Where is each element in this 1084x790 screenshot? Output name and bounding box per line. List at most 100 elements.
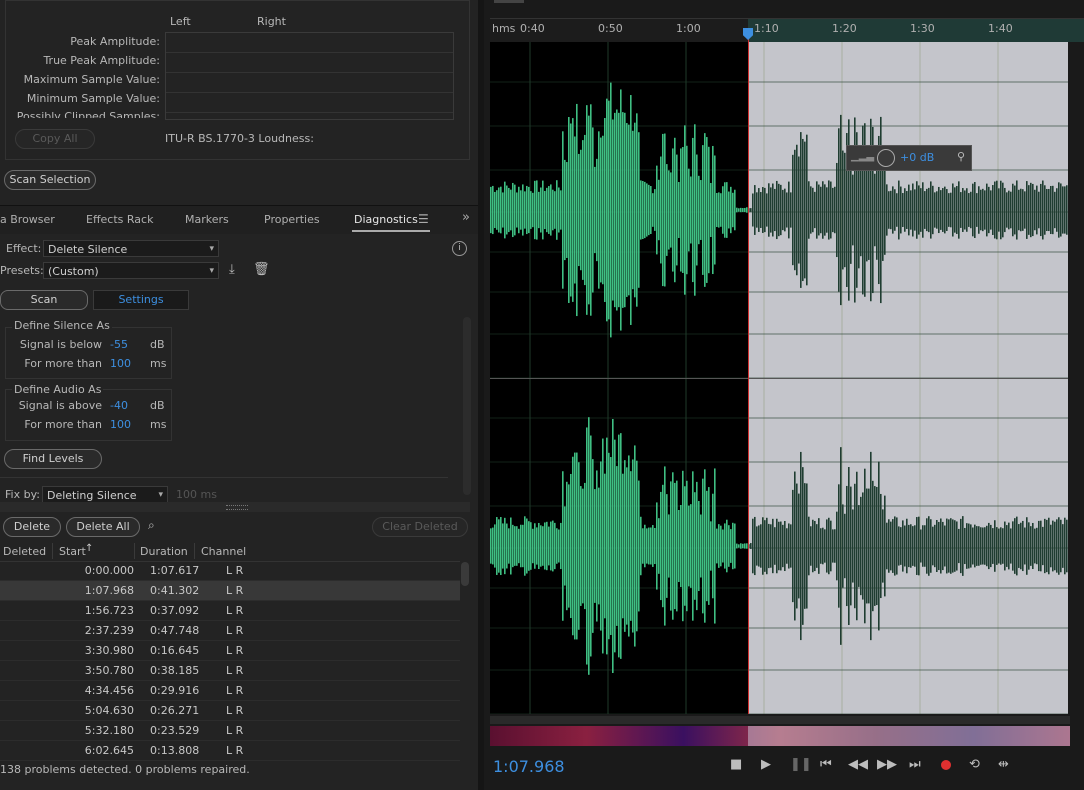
stop-icon[interactable]: ■ [730,757,742,772]
presets-dropdown[interactable]: (Custom) ▾ [43,262,219,279]
hud-gain-control[interactable]: ▁▂▃ +0 dB ⚲ [846,145,972,171]
table-row[interactable]: 1:56.723 0:37.092 L R [0,600,460,621]
col-duration[interactable]: Duration [140,545,188,558]
hud-gain-value[interactable]: +0 dB [900,151,934,164]
zoom-navigator-track[interactable] [490,716,1070,724]
vertical-ruler [1068,42,1084,714]
cell-deleted [0,620,52,641]
scan-selection-button[interactable]: Scan Selection [4,170,96,190]
cell-channel: L R [226,720,460,741]
cell-duration: 0:23.529 [134,720,226,741]
cell-start: 3:50.780 [52,660,134,681]
copy-all-button[interactable]: Copy All [15,129,95,149]
tab-diagnostics[interactable]: Diagnostics [354,213,418,226]
clear-deleted-button[interactable]: Clear Deleted [372,517,468,537]
stats-col-right: Right [257,15,286,28]
pin-icon[interactable]: ⚲ [957,150,965,163]
silence-signal-unit: dB [150,338,165,351]
cell-channel: L R [226,580,460,601]
col-start[interactable]: Start [59,545,86,558]
save-preset-icon[interactable]: ⤓ [229,262,235,277]
table-row[interactable]: 3:30.980 0:16.645 L R [0,640,460,661]
cell-channel: L R [226,740,460,761]
find-levels-button[interactable]: Find Levels [4,449,102,469]
ruler-tick: 1:00 [676,22,701,35]
table-row[interactable]: 0:00.000 1:07.617 L R [0,561,460,581]
table-row[interactable]: 6:02.645 0:13.808 L R [0,740,460,761]
col-channel[interactable]: Channel [201,545,246,558]
audio-time-value[interactable]: 100 [110,418,131,431]
current-time-display[interactable]: 1:07.968 [493,757,565,776]
cell-deleted [0,561,52,581]
cell-deleted [0,580,52,601]
table-row[interactable]: 4:34.456 0:29.916 L R [0,680,460,701]
record-icon[interactable] [941,760,951,770]
overflow-chevron-icon[interactable]: » [462,210,470,225]
settings-tab-label: Settings [118,293,164,306]
time-ruler[interactable]: hms 0:40 0:50 1:00 1:10 1:20 1:30 1:40 [490,18,1084,43]
waveform-editor: hms 0:40 0:50 1:00 1:10 1:20 1:30 1:40 ▁… [484,0,1084,790]
effect-value: Delete Silence [48,243,128,256]
search-icon[interactable]: ⌕ [148,518,155,533]
chevron-down-icon: ▾ [209,244,214,254]
rewind-icon[interactable]: ◀◀ [848,757,868,772]
level-meter-icon: ▁▂▃ [851,151,875,162]
settings-scrollbar[interactable] [463,317,471,495]
col-deleted[interactable]: Deleted [3,545,46,558]
audio-time-unit: ms [150,418,167,431]
effect-dropdown[interactable]: Delete Silence ▾ [43,240,219,257]
tab-media-browser[interactable]: a Browser [0,213,55,226]
tab-effects-rack[interactable]: Effects Rack [86,213,153,226]
presets-label: Presets: [0,264,44,277]
stats-row-label: Maximum Sample Value: [23,73,160,86]
cell-channel: L R [226,640,460,661]
tab-properties[interactable]: Properties [264,213,320,226]
overview-spectrum[interactable] [490,726,1070,746]
presets-value: (Custom) [48,265,99,278]
delete-preset-icon[interactable]: 🗑 [253,262,270,277]
playhead[interactable] [748,30,749,714]
cell-start: 4:34.456 [52,680,134,701]
table-row[interactable]: 5:32.180 0:23.529 L R [0,720,460,741]
table-row[interactable]: 5:04.630 0:26.271 L R [0,700,460,721]
delete-button[interactable]: Delete [3,517,61,537]
audio-group-title: Define Audio As [12,383,104,396]
menu-icon[interactable]: ☰ [418,212,429,226]
audio-signal-value[interactable]: -40 [110,399,128,412]
pause-icon[interactable]: ❚❚ [790,757,812,772]
table-row[interactable]: 3:50.780 0:38.185 L R [0,660,460,681]
fast-forward-icon[interactable]: ▶▶ [877,757,897,772]
cell-start: 5:32.180 [52,720,134,741]
cell-deleted [0,680,52,701]
info-icon[interactable]: i [452,241,467,256]
separator [0,477,448,478]
fix-by-dropdown[interactable]: Deleting Silence ▾ [42,486,168,503]
delete-all-button[interactable]: Delete All [66,517,140,537]
left-panel: Left Right Peak Amplitude: True Peak Amp… [0,0,478,790]
silence-time-value[interactable]: 100 [110,357,131,370]
cell-channel: L R [226,561,460,581]
results-scrollbar[interactable] [461,562,469,586]
play-icon[interactable]: ▶ [761,757,771,772]
table-row[interactable]: 1:07.968 0:41.302 L R [0,580,460,601]
cell-duration: 1:07.617 [134,561,226,581]
skip-to-start-icon[interactable]: ⏮ [820,757,832,772]
gain-knob[interactable] [877,149,895,167]
skip-selection-icon[interactable]: ⇹ [998,757,1009,772]
cell-deleted [0,640,52,661]
table-row[interactable]: 2:37.239 0:47.748 L R [0,620,460,641]
cell-duration: 0:16.645 [134,640,226,661]
silence-time-unit: ms [150,357,167,370]
silence-signal-value[interactable]: -55 [110,338,128,351]
ruler-tick: 1:30 [910,22,935,35]
cell-start: 5:04.630 [52,700,134,721]
scan-tab-button[interactable]: Scan [0,290,88,310]
cell-duration: 0:13.808 [134,740,226,761]
skip-to-end-icon[interactable]: ⏭ [909,757,921,772]
cell-duration: 0:26.271 [134,700,226,721]
settings-tab-button[interactable]: Settings [93,290,189,310]
tab-markers[interactable]: Markers [185,213,229,226]
stats-grid [165,32,454,120]
loop-icon[interactable]: ⟲ [969,757,980,772]
cell-duration: 0:38.185 [134,660,226,681]
